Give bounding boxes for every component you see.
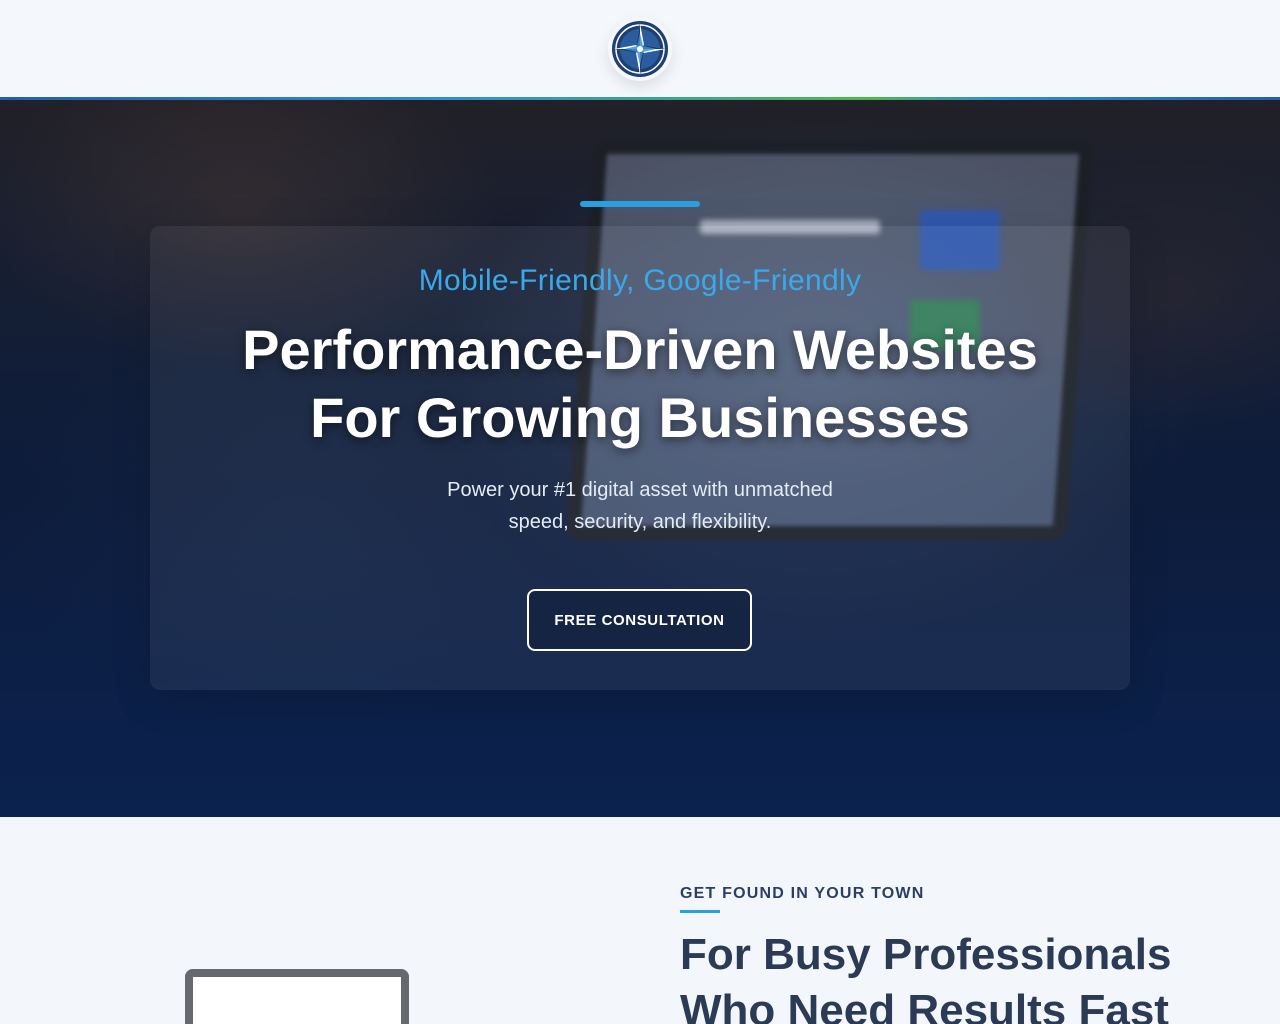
hero-kicker: Mobile-Friendly, Google-Friendly <box>418 264 862 297</box>
hero-subtitle-line: speed, security, and flexibility. <box>508 511 772 533</box>
section-kicker-underline <box>680 910 720 913</box>
logo[interactable] <box>608 16 672 81</box>
device-illustration <box>185 969 409 1024</box>
hero-title-line: For Growing Businesses <box>310 386 970 449</box>
hero-title-line: Performance-Driven Websites <box>242 318 1038 381</box>
section-title-line: Who Need Results Fast <box>680 986 1169 1024</box>
hero-subtitle-line: Power your #1 digital asset with unmatch… <box>447 479 833 501</box>
hero-subtitle: Power your #1 digital asset with unmatch… <box>420 474 860 538</box>
section-title-line: For Busy Professionals <box>680 930 1172 979</box>
free-consultation-button[interactable]: FREE CONSULTATION <box>527 589 752 651</box>
hero-accent-bar <box>580 201 700 207</box>
hero-section: Mobile-Friendly, Google-Friendly Perform… <box>0 100 1280 817</box>
section-kicker: GET FOUND IN YOUR TOWN <box>680 885 925 902</box>
hero-title: Performance-Driven Websites For Growing … <box>0 316 1280 452</box>
compass-rose-icon <box>612 20 668 77</box>
get-found-section: GET FOUND IN YOUR TOWN For Busy Professi… <box>0 817 1280 1024</box>
site-header <box>0 0 1280 97</box>
section-title: For Busy Professionals Who Need Results … <box>680 927 1240 1024</box>
